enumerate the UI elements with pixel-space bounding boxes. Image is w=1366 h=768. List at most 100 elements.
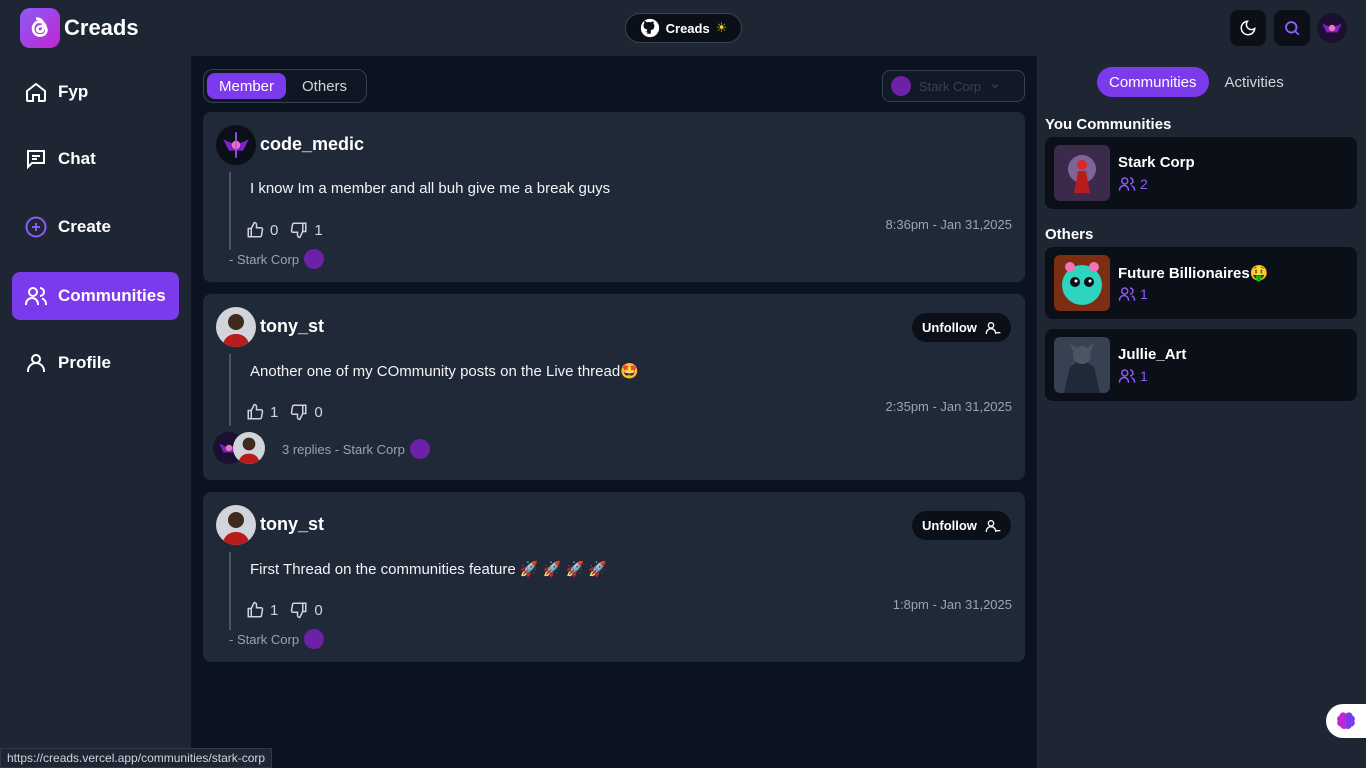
brain-icon bbox=[1337, 712, 1355, 729]
post-meta: 3 replies - Stark Corp bbox=[213, 432, 430, 466]
sun-icon: ☀ bbox=[715, 20, 728, 35]
post-time: 2:35pm - Jan 31,2025 bbox=[885, 399, 1012, 414]
thread-line bbox=[229, 172, 231, 250]
community-thumbnail bbox=[1054, 337, 1110, 393]
community-avatar bbox=[304, 629, 325, 649]
like-count: 1 bbox=[270, 403, 279, 421]
avatar-logo-icon bbox=[1322, 23, 1342, 33]
post-avatar[interactable] bbox=[216, 307, 256, 347]
users-icon bbox=[25, 287, 47, 305]
community-avatar bbox=[409, 439, 430, 459]
post-text: First Thread on the communities feature … bbox=[250, 561, 608, 578]
community-thumbnail bbox=[1054, 145, 1110, 201]
github-pill-label: Creads bbox=[665, 20, 710, 36]
reply-avatar bbox=[233, 432, 265, 464]
unfollow-button[interactable]: Unfollow bbox=[912, 511, 1011, 540]
post-username[interactable]: tony_st bbox=[260, 316, 324, 337]
post-actions: 1 0 bbox=[246, 403, 323, 421]
post-community-link[interactable]: - Stark Corp bbox=[229, 252, 299, 267]
dislike-count: 0 bbox=[314, 403, 323, 421]
chevron-down-icon bbox=[991, 84, 999, 89]
feed-tabs: Member Others bbox=[203, 69, 367, 103]
code-medic-logo-icon bbox=[223, 132, 249, 158]
community-card[interactable]: Jullie_Art 1 bbox=[1045, 329, 1357, 401]
post-time: 8:36pm - Jan 31,2025 bbox=[885, 217, 1012, 232]
person-avatar-icon bbox=[216, 505, 256, 545]
thumbs-up-icon[interactable] bbox=[246, 403, 264, 421]
nav-label: Create bbox=[58, 217, 111, 236]
thumbs-down-icon[interactable] bbox=[290, 403, 308, 421]
thumbs-down-icon[interactable] bbox=[290, 221, 308, 239]
tab-communities[interactable]: Communities bbox=[1097, 67, 1209, 97]
unfollow-button[interactable]: Unfollow bbox=[912, 313, 1011, 342]
like-count: 1 bbox=[270, 601, 279, 619]
post-avatar[interactable] bbox=[216, 125, 256, 165]
dislike-count: 1 bbox=[314, 221, 323, 239]
user-minus-icon bbox=[985, 519, 1001, 532]
thumbs-up-icon[interactable] bbox=[246, 221, 264, 239]
community-name: Future Billionaires🤑 bbox=[1118, 265, 1269, 282]
app-logo-icon[interactable] bbox=[20, 8, 60, 48]
post-card[interactable]: tony_st Unfollow First Thread on the com… bbox=[203, 492, 1025, 662]
user-icon bbox=[27, 354, 45, 372]
right-sidebar: Communities Activities You Communities S… bbox=[1037, 56, 1366, 768]
post-time: 1:8pm - Jan 31,2025 bbox=[892, 597, 1012, 612]
others-title: Others bbox=[1045, 226, 1094, 243]
github-button[interactable]: Creads ☀ bbox=[625, 13, 742, 43]
search-button[interactable] bbox=[1274, 10, 1310, 46]
thumbs-down-icon[interactable] bbox=[290, 601, 308, 619]
theme-toggle-button[interactable] bbox=[1230, 10, 1266, 46]
nav-label: Communities bbox=[58, 286, 166, 305]
post-community-link[interactable]: 3 replies - Stark Corp bbox=[282, 442, 405, 457]
users-icon bbox=[1118, 369, 1136, 383]
tab-member[interactable]: Member bbox=[207, 73, 287, 99]
assistant-button[interactable] bbox=[1326, 704, 1366, 738]
post-meta: - Stark Corp bbox=[229, 249, 325, 269]
thread-line bbox=[229, 552, 231, 630]
nav-item-fyp[interactable]: Fyp bbox=[12, 68, 179, 116]
member-count: 2 bbox=[1118, 175, 1148, 193]
like-count: 0 bbox=[270, 221, 279, 239]
post-actions: 0 1 bbox=[246, 221, 323, 239]
app-name[interactable]: Creads bbox=[64, 15, 139, 41]
nav-item-communities[interactable]: Communities bbox=[12, 272, 179, 320]
tab-activities[interactable]: Activities bbox=[1213, 67, 1296, 97]
dislike-count: 0 bbox=[314, 601, 323, 619]
chat-icon bbox=[27, 150, 45, 170]
nav-item-create[interactable]: Create bbox=[12, 203, 179, 251]
post-card[interactable]: tony_st Unfollow Another one of my COmmu… bbox=[203, 294, 1025, 480]
post-card[interactable]: code_medic I know Im a member and all bu… bbox=[203, 112, 1025, 282]
community-name: Stark Corp bbox=[1118, 154, 1195, 171]
community-card[interactable]: Future Billionaires🤑 1 bbox=[1045, 247, 1357, 319]
nav-item-chat[interactable]: Chat bbox=[12, 135, 179, 183]
user-avatar[interactable] bbox=[1317, 13, 1347, 43]
nav-item-profile[interactable]: Profile bbox=[12, 339, 179, 387]
nav-label: Profile bbox=[58, 353, 111, 372]
post-community-link[interactable]: - Stark Corp bbox=[229, 632, 299, 647]
community-select-value: Stark Corp bbox=[919, 78, 982, 94]
member-count-value: 2 bbox=[1140, 176, 1148, 192]
post-username[interactable]: tony_st bbox=[260, 514, 324, 535]
thumbs-up-icon[interactable] bbox=[246, 601, 264, 619]
community-name: Jullie_Art bbox=[1118, 346, 1187, 363]
thread-line bbox=[229, 354, 231, 426]
top-bar: Creads Creads ☀ bbox=[0, 0, 1366, 56]
post-actions: 1 0 bbox=[246, 601, 323, 619]
nav-label: Fyp bbox=[58, 82, 89, 101]
search-icon bbox=[1285, 21, 1300, 36]
post-text: Another one of my COmmunity posts on the… bbox=[250, 363, 639, 380]
member-count-value: 1 bbox=[1140, 368, 1148, 384]
community-select[interactable]: Stark Corp bbox=[882, 70, 1025, 102]
nav-label: Chat bbox=[58, 149, 96, 168]
left-sidebar: Fyp Chat Create Communities Profile bbox=[0, 56, 191, 768]
community-card[interactable]: Stark Corp 2 bbox=[1045, 137, 1357, 209]
right-tabs: Communities Activities bbox=[1097, 67, 1305, 97]
tab-others[interactable]: Others bbox=[290, 73, 359, 99]
post-avatar[interactable] bbox=[216, 505, 256, 545]
community-thumbnail bbox=[1054, 255, 1110, 311]
member-count: 1 bbox=[1118, 367, 1148, 385]
reply-avatars bbox=[213, 432, 277, 466]
post-username[interactable]: code_medic bbox=[260, 134, 364, 155]
main-feed: Member Others Stark Corp code_medic I kn… bbox=[191, 56, 1037, 768]
community-avatar bbox=[891, 76, 911, 96]
